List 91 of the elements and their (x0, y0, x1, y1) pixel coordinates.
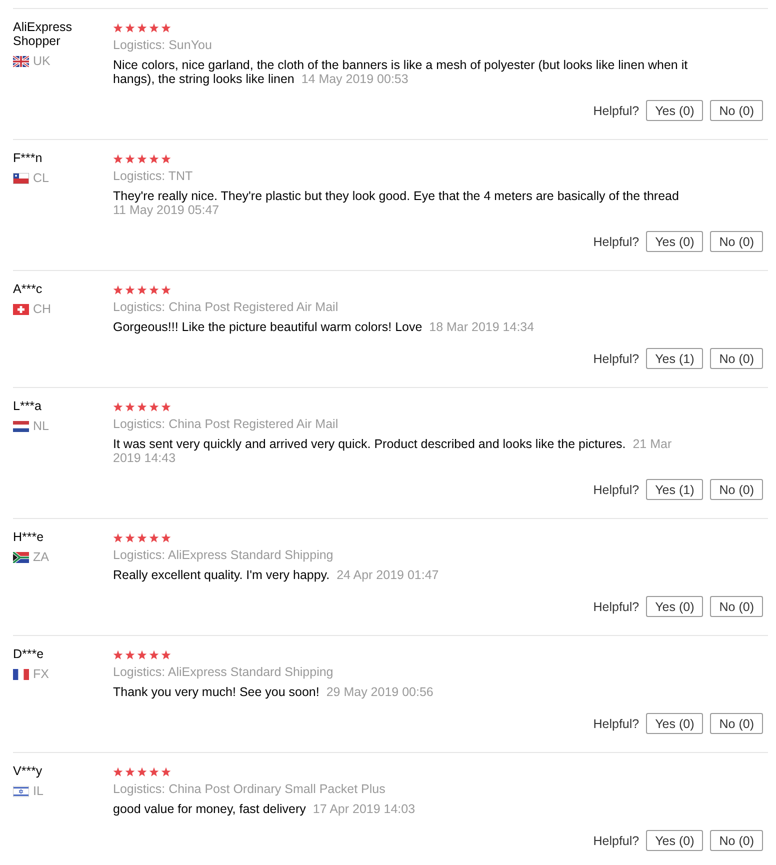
filled-star-icon (113, 767, 123, 777)
country-code: IL (33, 785, 44, 797)
uk-flag-icon (13, 56, 29, 66)
filled-star-icon (113, 402, 123, 412)
filled-star-icon (137, 154, 147, 164)
filled-star-icon (137, 23, 147, 33)
logistics-info: Logistics: AliExpress Standard Shipping (113, 547, 334, 563)
filled-star-icon (149, 285, 159, 295)
yes-vote-button[interactable]: Yes (0) (646, 830, 704, 851)
logistics-info: Logistics: TNT (113, 168, 193, 184)
french-flag-icon (13, 668, 29, 680)
review-text: Really excellent quality. I'm very happy. 24 Apr 2019 01:47 (113, 568, 439, 582)
no-vote-button[interactable]: No (0) (710, 231, 763, 252)
filled-star-icon (161, 533, 171, 543)
filled-star-icon (137, 650, 147, 660)
helpful-label: Helpful? (593, 104, 640, 118)
filled-star-icon (113, 154, 123, 164)
reviewer-name: L***a (13, 399, 42, 413)
yes-vote-button[interactable]: Yes (0) (646, 596, 704, 617)
helpful-label: Helpful? (593, 600, 640, 614)
no-vote-button[interactable]: No (0) (710, 596, 763, 617)
filled-star-icon (113, 285, 123, 295)
reviewer-name: V***y (13, 764, 44, 778)
no-vote-button[interactable]: No (0) (710, 830, 763, 851)
logistics-info: Logistics: SunYou (113, 37, 212, 53)
filled-star-icon (137, 533, 147, 543)
logistics-info: Logistics: China Post Registered Air Mail (113, 416, 338, 432)
no-vote-button[interactable]: No (0) (710, 348, 763, 369)
reviewer-name: F***n (13, 151, 44, 165)
filled-star-icon (137, 767, 147, 777)
no-vote-button[interactable]: No (0) (710, 479, 763, 500)
helpful-label: Helpful? (593, 234, 640, 248)
logistics-info: Logistics: China Post Registered Air Mail (113, 299, 338, 315)
no-vote-button[interactable]: No (0) (710, 713, 763, 734)
filled-star-icon (125, 533, 135, 543)
filled-star-icon (125, 154, 135, 164)
country-code: FX (33, 668, 49, 680)
filled-star-icon (113, 533, 123, 543)
yes-vote-button[interactable]: Yes (0) (646, 231, 704, 252)
filled-star-icon (149, 154, 159, 164)
israel-flag-icon (13, 786, 29, 796)
filled-star-icon (125, 23, 135, 33)
review-text: They're really nice. They're plastic but they look good. Eye that the 4 meters are basically of the thread 11 May 2019 05:47 (113, 189, 680, 217)
filled-star-icon (149, 767, 159, 777)
helpful-label: Helpful? (593, 482, 640, 496)
filled-star-icon (161, 23, 171, 33)
yes-vote-button[interactable]: Yes (0) (646, 713, 704, 734)
filled-star-icon (149, 402, 159, 412)
filled-star-icon (125, 650, 135, 660)
helpful-label: Helpful? (593, 716, 640, 730)
dutch-flag-icon (13, 420, 29, 432)
country-code: UK (33, 55, 50, 67)
filled-star-icon (113, 650, 123, 660)
country-code: ZA (33, 551, 49, 563)
yes-vote-button[interactable]: Yes (0) (646, 100, 704, 121)
country-code: CH (33, 303, 52, 315)
logistics-info: Logistics: China Post Ordinary Small Packet Plus (113, 781, 386, 797)
filled-star-icon (125, 402, 135, 412)
filled-star-icon (137, 285, 147, 295)
no-vote-button[interactable]: No (0) (710, 100, 763, 121)
south-africa-flag-icon (13, 552, 29, 562)
filled-star-icon (125, 285, 135, 295)
filled-star-icon (113, 23, 123, 33)
filled-star-icon (137, 402, 147, 412)
logistics-info: Logistics: AliExpress Standard Shipping (113, 664, 334, 680)
reviewer-name: H***e (13, 530, 45, 544)
filled-star-icon (149, 23, 159, 33)
review-text: Gorgeous!!! Like the picture beautiful warm colors! Love 18 Mar 2019 14:34 (113, 320, 534, 334)
country-code: CL (33, 172, 49, 184)
filled-star-icon (149, 533, 159, 543)
filled-star-icon (161, 154, 171, 164)
filled-star-icon (161, 402, 171, 412)
reviewer-name: AliExpress Shopper (13, 20, 74, 48)
chile-flag-icon (13, 172, 29, 184)
yes-vote-button[interactable]: Yes (1) (646, 479, 704, 500)
swiss-flag-icon (13, 304, 29, 314)
reviewer-name: A***c (13, 282, 44, 296)
filled-star-icon (161, 650, 171, 660)
review-text: good value for money, fast delivery 17 Apr 2019 14:03 (113, 802, 416, 816)
yes-vote-button[interactable]: Yes (1) (646, 348, 704, 369)
review-text: It was sent very quickly and arrived very quick. Product described and looks like the pictures. 21 Mar 2019 14:43 (113, 437, 673, 465)
helpful-label: Helpful? (593, 834, 640, 848)
filled-star-icon (161, 285, 171, 295)
filled-star-icon (149, 650, 159, 660)
filled-star-icon (161, 767, 171, 777)
review-text: Thank you very much! See you soon! 29 May 2019 00:56 (113, 685, 434, 699)
country-code: NL (33, 420, 49, 432)
filled-star-icon (125, 767, 135, 777)
review-text: Nice colors, nice garland, the cloth of the banners is like a mesh of polyester (but looks like linen when it hangs), the string looks like linen 14 May 2019 00:53 (113, 58, 689, 86)
reviewer-name: D***e (13, 647, 45, 661)
helpful-label: Helpful? (593, 352, 640, 366)
